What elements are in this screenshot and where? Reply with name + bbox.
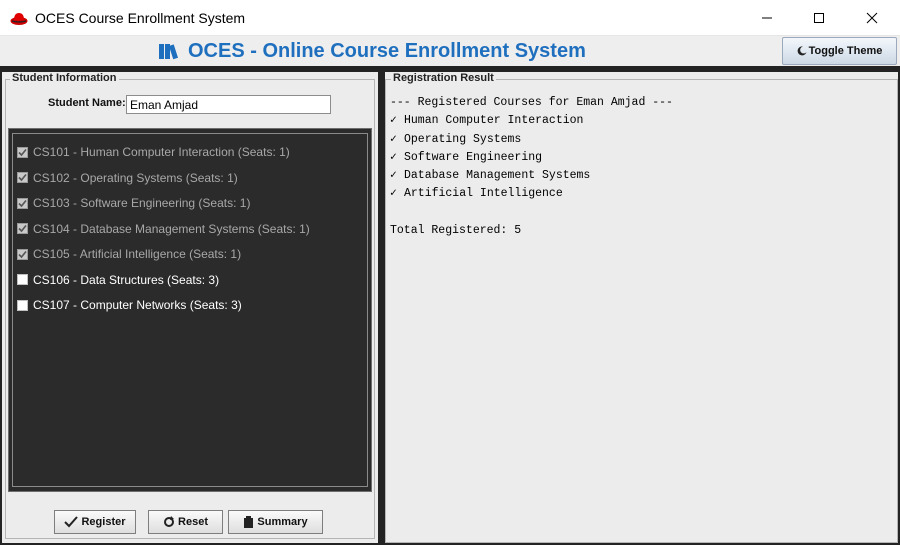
checkbox-unchecked-icon[interactable] bbox=[17, 274, 28, 285]
check-icon: ✓ bbox=[390, 169, 397, 183]
registered-course-line: ✓ Operating Systems bbox=[390, 131, 890, 149]
clipboard-icon bbox=[244, 516, 254, 528]
course-label: CS105 - Artificial Intelligence (Seats: … bbox=[33, 247, 242, 261]
moon-icon bbox=[797, 46, 807, 56]
check-icon: ✓ bbox=[390, 150, 397, 164]
registered-course-name: Software Engineering bbox=[404, 150, 543, 164]
check-icon: ✓ bbox=[390, 132, 397, 146]
result-text-area[interactable]: --- Registered Courses for Eman Amjad --… bbox=[390, 94, 890, 240]
red-hat-icon bbox=[10, 13, 28, 25]
close-button[interactable] bbox=[849, 0, 895, 36]
student-information-panel: Student Information Student Name: CS101 … bbox=[2, 72, 378, 543]
registered-course-lines: ✓ Human Computer Interaction ✓ Operating Sy… bbox=[390, 112, 890, 203]
app-root: OCES - Online Course Enrollment System T… bbox=[0, 36, 900, 545]
registered-course-name: Operating Systems bbox=[404, 132, 522, 146]
checkbox-checked-icon bbox=[17, 172, 28, 183]
course-checkbox-item[interactable]: CS106 - Data Structures (Seats: 3) bbox=[17, 271, 219, 289]
app-title: OCES - Online Course Enrollment System bbox=[158, 39, 586, 63]
result-heading: --- Registered Courses for Eman Amjad --… bbox=[390, 96, 673, 109]
result-blank-line bbox=[390, 204, 890, 222]
checkbox-unchecked-icon[interactable] bbox=[17, 299, 28, 311]
course-checkbox-item[interactable]: CS107 - Computer Networks (Seats: 3) bbox=[17, 296, 242, 314]
result-group-title: Registration Result bbox=[391, 72, 496, 84]
registered-course-line: ✓ Artificial Intelligence bbox=[390, 185, 890, 203]
reset-button[interactable]: Reset bbox=[148, 510, 223, 534]
check-icon bbox=[64, 516, 79, 528]
course-checkbox-item: CS101 - Human Computer Interaction (Seat… bbox=[17, 143, 290, 161]
course-label: CS103 - Software Engineering (Seats: 1) bbox=[33, 196, 251, 210]
course-label: CS104 - Database Management Systems (Sea… bbox=[33, 221, 310, 236]
checkbox-checked-icon bbox=[17, 146, 28, 158]
check-icon: ✓ bbox=[390, 114, 397, 128]
course-checkbox-item: CS102 - Operating Systems (Seats: 1) bbox=[17, 169, 238, 187]
toggle-theme-button[interactable]: Toggle Theme bbox=[782, 37, 897, 65]
window-title-bar: OCES Course Enrollment System bbox=[0, 0, 900, 36]
minimize-icon bbox=[762, 17, 772, 19]
books-icon bbox=[159, 44, 179, 60]
toggle-theme-label: Toggle Theme bbox=[808, 45, 883, 57]
maximize-button[interactable] bbox=[796, 0, 842, 36]
course-checkbox-item: CS105 - Artificial Intelligence (Seats: … bbox=[17, 245, 241, 263]
course-checkbox-item: CS103 - Software Engineering (Seats: 1) bbox=[17, 194, 250, 212]
register-button[interactable]: Register bbox=[54, 510, 136, 534]
summary-label: Summary bbox=[257, 516, 308, 528]
student-name-input[interactable] bbox=[126, 95, 331, 114]
course-label: CS106 - Data Structures (Seats: 3) bbox=[33, 272, 220, 287]
registered-course-name: Artificial Intelligence bbox=[404, 187, 563, 201]
checkbox-checked-icon bbox=[17, 223, 28, 234]
registered-course-line: ✓ Software Engineering bbox=[390, 149, 890, 167]
registered-course-line: ✓ Human Computer Interaction bbox=[390, 112, 890, 130]
maximize-icon bbox=[814, 13, 824, 23]
window-title: OCES Course Enrollment System bbox=[35, 10, 246, 26]
course-label: CS107 - Computer Networks (Seats: 3) bbox=[33, 298, 242, 312]
course-checkbox-item: CS104 - Database Management Systems (Sea… bbox=[17, 220, 310, 238]
checkbox-checked-icon bbox=[17, 197, 28, 209]
courses-list: CS101 - Human Computer Interaction (Seat… bbox=[8, 128, 372, 492]
checkbox-checked-icon bbox=[17, 248, 28, 260]
reset-label: Reset bbox=[178, 516, 208, 528]
registered-course-name: Database Management Systems bbox=[404, 169, 591, 183]
summary-button[interactable]: Summary bbox=[228, 510, 323, 534]
register-label: Register bbox=[81, 516, 126, 528]
course-label: CS102 - Operating Systems (Seats: 1) bbox=[33, 170, 238, 185]
refresh-icon bbox=[164, 516, 175, 527]
course-label: CS101 - Human Computer Interaction (Seat… bbox=[33, 145, 290, 159]
registered-course-line: ✓ Database Management Systems bbox=[390, 167, 890, 185]
minimize-button[interactable] bbox=[744, 0, 790, 36]
registration-result-panel: Registration Result --- Registered Cours… bbox=[385, 72, 898, 543]
app-header: OCES - Online Course Enrollment System T… bbox=[0, 36, 900, 66]
app-title-text: OCES - Online Course Enrollment System bbox=[188, 39, 586, 62]
student-group-title: Student Information bbox=[10, 72, 119, 84]
registered-course-name: Human Computer Interaction bbox=[404, 114, 584, 128]
close-icon bbox=[866, 12, 878, 24]
student-name-label: Student Name: bbox=[48, 97, 126, 109]
check-icon: ✓ bbox=[390, 187, 397, 201]
total-registered: Total Registered: 5 bbox=[390, 224, 522, 238]
